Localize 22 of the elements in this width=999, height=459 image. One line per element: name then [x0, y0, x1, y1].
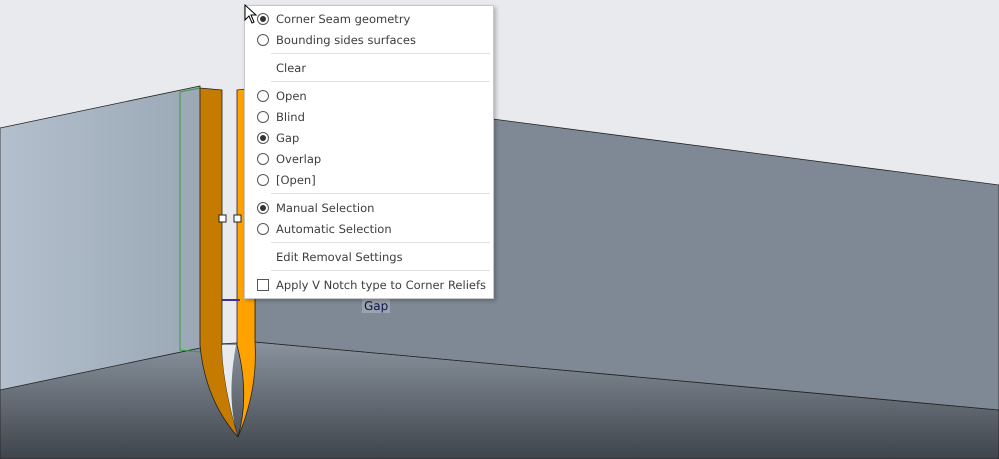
radio-button[interactable]	[257, 202, 269, 214]
menu-item[interactable]: Edit Removal Settings	[245, 246, 493, 267]
menu-item[interactable]: [Open]	[245, 169, 493, 190]
menu-item[interactable]: Automatic Selection	[245, 218, 493, 239]
menu-item[interactable]: Manual Selection	[245, 197, 493, 218]
radio-button[interactable]	[257, 34, 269, 46]
radio-button[interactable]	[257, 12, 269, 24]
radio-button[interactable]	[257, 152, 269, 164]
radio-button[interactable]	[257, 90, 269, 102]
menu-item[interactable]: Open	[245, 85, 493, 106]
radio-button[interactable]	[257, 222, 269, 234]
menu-item[interactable]: Clear	[245, 57, 493, 78]
checkbox[interactable]	[257, 278, 269, 290]
menu-item[interactable]: Bounding sides surfaces	[245, 29, 493, 50]
radio-button[interactable]	[257, 110, 269, 122]
menu-item[interactable]: Apply V Notch type to Corner Reliefs	[245, 274, 493, 295]
dimension-label: Gap	[362, 299, 390, 313]
menu-item[interactable]: Gap	[245, 127, 493, 148]
menu-item[interactable]: Blind	[245, 106, 493, 127]
radio-button[interactable]	[257, 174, 269, 186]
menu-item[interactable]: Overlap	[245, 148, 493, 169]
radio-button[interactable]	[257, 132, 269, 144]
